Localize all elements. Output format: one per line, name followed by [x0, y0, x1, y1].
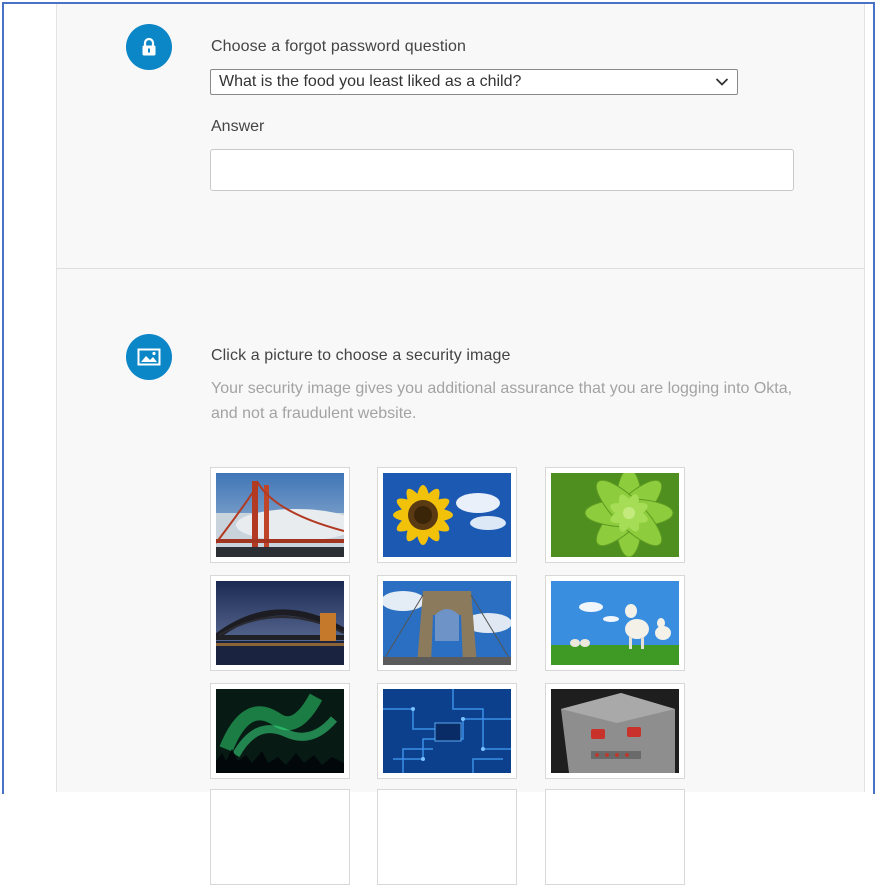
image-icon [126, 334, 172, 380]
answer-input[interactable] [210, 149, 794, 191]
security-image-sunflower[interactable] [377, 467, 517, 563]
forgot-question-select[interactable]: What is the food you least liked as a ch… [210, 69, 738, 95]
security-image-succulent-plant[interactable] [545, 467, 685, 563]
security-image-partial[interactable] [210, 789, 350, 885]
security-image-circuit-board[interactable] [377, 683, 517, 779]
question-section-title: Choose a forgot password question [211, 38, 467, 55]
answer-label: Answer [211, 118, 265, 135]
security-image-partial[interactable] [545, 789, 685, 885]
image-section-description: Your security image gives you additional… [211, 380, 793, 422]
lock-icon [126, 24, 172, 70]
section-divider [56, 268, 865, 269]
security-image-harbour-bridge-night[interactable] [210, 575, 350, 671]
security-image-brooklyn-bridge[interactable] [377, 575, 517, 671]
security-image-lambs-in-field[interactable] [545, 575, 685, 671]
chevron-down-icon [715, 78, 729, 86]
security-image-partial[interactable] [377, 789, 517, 885]
image-section-title: Click a picture to choose a security ima… [211, 347, 511, 364]
forgot-question-value: What is the food you least liked as a ch… [219, 73, 522, 90]
security-image-golden-gate-bridge[interactable] [210, 467, 350, 563]
security-image-aurora-borealis[interactable] [210, 683, 350, 779]
security-image-toy-robot[interactable] [545, 683, 685, 779]
